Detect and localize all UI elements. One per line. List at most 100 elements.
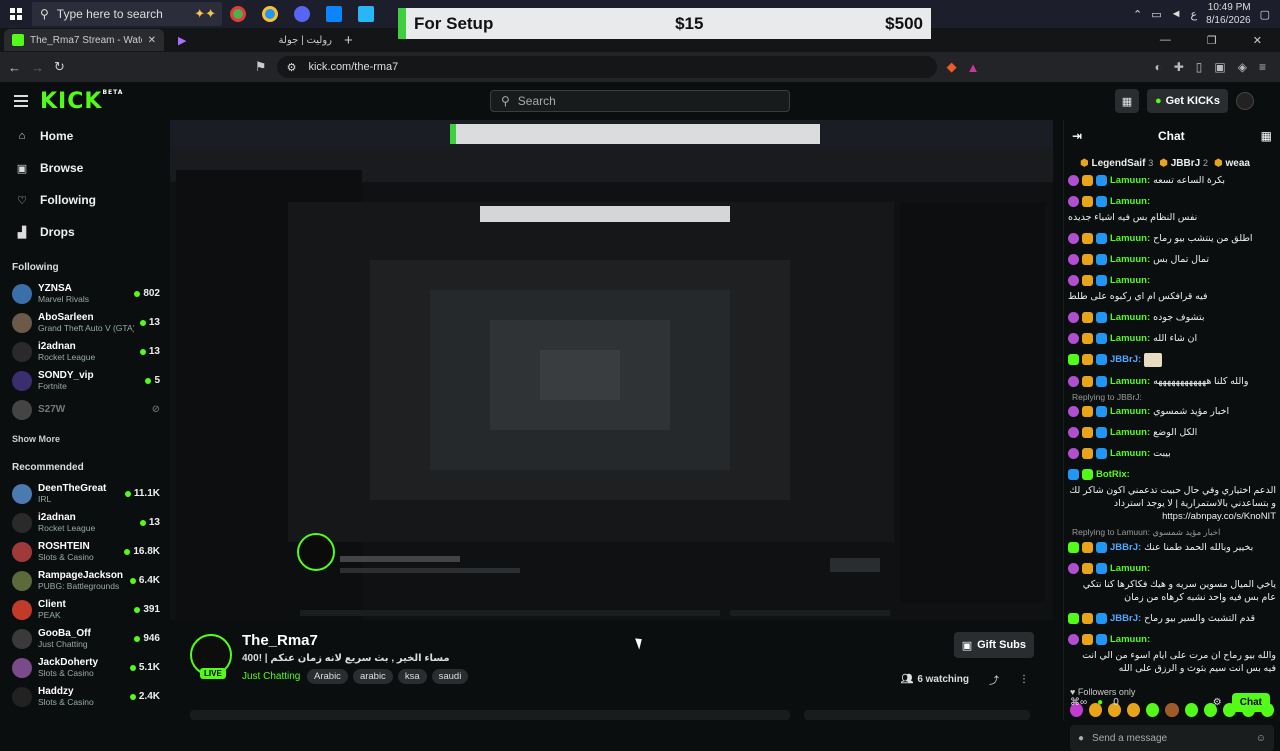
app-icon[interactable] <box>350 0 382 28</box>
chat-username[interactable]: Lamuun: <box>1110 375 1150 388</box>
brave-rewards-icon[interactable]: ▲ <box>967 60 980 75</box>
kicks-coin-icon: ● <box>1097 697 1104 708</box>
sidebar-channel[interactable]: YZNSA Marvel Rivals 802 <box>0 279 170 308</box>
sidebar-channel[interactable]: i2adnan Rocket League 13 <box>0 337 170 366</box>
sidebar-channel[interactable]: GooBa_Off Just Chatting 946 <box>0 624 170 653</box>
clock[interactable]: 10:49 PM 8/16/2026 <box>1206 1 1251 27</box>
start-button[interactable] <box>0 0 32 28</box>
chat-users-icon[interactable]: ▦ <box>1261 129 1272 143</box>
top-gifter[interactable]: ⬢ weaa <box>1214 158 1250 169</box>
forward-icon[interactable]: → <box>31 60 44 75</box>
chat-username[interactable]: BotRix: <box>1096 468 1130 481</box>
sidebar-icon[interactable]: ▯ <box>1196 60 1203 74</box>
chat-username[interactable]: Lamuun: <box>1110 311 1150 324</box>
chat-input[interactable]: ● Send a message ☺ <box>1070 725 1274 751</box>
sidebar-channel[interactable]: Haddzy Slots & Casino 2.4K <box>0 682 170 711</box>
chrome-app-icon[interactable] <box>254 0 286 28</box>
chat-username[interactable]: JBBrJ: <box>1110 541 1141 554</box>
stream-category[interactable]: Just Chatting <box>242 671 300 682</box>
sidebar-channel[interactable]: DeenTheGreat IRL 11.1K <box>0 479 170 508</box>
copilot-icon[interactable]: ✦✦ <box>194 6 216 22</box>
chat-username[interactable]: Lamuun: <box>1110 174 1150 187</box>
collapse-chat-icon[interactable]: ⇥ <box>1072 129 1082 143</box>
chat-username[interactable]: Lamuun: <box>1110 562 1150 575</box>
show-more-button[interactable]: Show More <box>0 424 170 448</box>
search-input[interactable]: ⚲ Search <box>490 90 790 112</box>
kick-logo[interactable]: KICKBETA <box>40 89 123 114</box>
chat-username[interactable]: Lamuun: <box>1110 195 1150 208</box>
chat-send-button[interactable]: Chat <box>1231 693 1270 712</box>
sidebar-channel[interactable]: ROSHTEIN Slots & Casino 16.8K <box>0 537 170 566</box>
new-tab-icon[interactable]: + <box>344 32 353 49</box>
streamer-name[interactable]: The_Rma7 <box>242 632 318 649</box>
stream-tag[interactable]: ksa <box>397 669 427 684</box>
taskbar-search[interactable]: ⚲ Type here to search ✦✦ <box>32 2 222 26</box>
chat-username[interactable]: Lamuun: <box>1110 232 1150 245</box>
reload-icon[interactable]: ↻ <box>54 59 65 75</box>
app-icon[interactable] <box>318 0 350 28</box>
stream-tag[interactable]: saudi <box>431 669 469 684</box>
top-gifter[interactable]: ⬢ JBBrJ 2 <box>1159 158 1208 169</box>
channel-info: JackDoherty Slots & Casino <box>38 657 124 679</box>
sidebar-channel[interactable]: SONDY_vip Fortnite 5 <box>0 366 170 395</box>
extension-icon[interactable]: ◐ <box>1154 60 1161 74</box>
nav-item-browse[interactable]: ▣ Browse <box>0 152 170 184</box>
get-kicks-button[interactable]: ● Get KICKs <box>1146 89 1228 113</box>
chat-username[interactable]: Lamuun: <box>1110 405 1150 418</box>
menu-icon[interactable]: ≡ <box>1259 60 1266 74</box>
volume-icon[interactable]: ◄ <box>1171 8 1182 20</box>
tab-second[interactable]: ▶ روليت | جولة <box>170 29 340 51</box>
chat-username[interactable]: JBBrJ: <box>1110 353 1141 366</box>
nav-item-drops[interactable]: ▟ Drops <box>0 216 170 248</box>
site-info-icon[interactable]: ⚙ <box>287 61 297 74</box>
puzzle-icon[interactable]: ✚ <box>1174 60 1184 74</box>
chat-username[interactable]: JBBrJ: <box>1110 612 1141 625</box>
nav-item-following[interactable]: ♡ Following <box>0 184 170 216</box>
sidebar-channel[interactable]: JackDoherty Slots & Casino 5.1K <box>0 653 170 682</box>
notification-icon[interactable]: ▢ <box>1260 8 1270 21</box>
sidebar-channel[interactable]: RampageJackson PUBG: Battlegrounds 6.4K <box>0 566 170 595</box>
studio-button[interactable]: ▦ <box>1114 89 1139 113</box>
chat-username[interactable]: Lamuun: <box>1110 332 1150 345</box>
wallet-icon[interactable]: ▣ <box>1214 60 1225 74</box>
chat-username[interactable]: Lamuun: <box>1110 274 1150 287</box>
language-indicator[interactable]: ع <box>1191 8 1198 21</box>
vip-badge-icon <box>1096 542 1107 553</box>
hamburger-menu-icon[interactable] <box>14 95 28 107</box>
vpn-icon[interactable]: ◈ <box>1238 60 1247 74</box>
chat-username[interactable]: Lamuun: <box>1110 447 1150 460</box>
top-gifter[interactable]: ⬢ LegendSaif 3 <box>1080 158 1153 169</box>
chrome-app-icon[interactable] <box>222 0 254 28</box>
address-bar[interactable]: ⚙ kick.com/the-rma7 <box>276 56 937 78</box>
sidebar-channel[interactable]: i2adnan Rocket League 13 <box>0 508 170 537</box>
brave-shield-icon[interactable]: ◆ <box>947 59 957 75</box>
discord-app-icon[interactable] <box>286 0 318 28</box>
gift-subs-button[interactable]: ▣ Gift Subs <box>953 632 1034 658</box>
minimize-icon[interactable]: — <box>1160 34 1171 47</box>
close-window-icon[interactable]: ✕ <box>1253 34 1262 47</box>
network-icon[interactable]: ▭ <box>1151 8 1161 21</box>
sidebar-channel[interactable]: S27W ⊘ <box>0 395 170 424</box>
close-icon[interactable]: ✕ <box>148 35 156 46</box>
chat-username[interactable]: Lamuun: <box>1110 253 1150 266</box>
chat-username[interactable]: Lamuun: <box>1110 426 1150 439</box>
avatar[interactable] <box>1236 92 1254 110</box>
quick-emote-icon[interactable]: ⌘∞ <box>1070 697 1087 708</box>
chat-username[interactable]: Lamuun: <box>1110 633 1150 646</box>
bookmark-icon[interactable]: ⚑ <box>255 59 267 75</box>
restore-icon[interactable]: ❐ <box>1207 34 1217 47</box>
sidebar-channel[interactable]: Client PEAK 391 <box>0 595 170 624</box>
video-player[interactable] <box>170 120 1053 620</box>
nav-item-home[interactable]: ⌂ Home <box>0 120 170 152</box>
stream-tag[interactable]: arabic <box>352 669 393 684</box>
stream-tag[interactable]: Arabic <box>307 669 348 684</box>
more-options-icon[interactable]: ⋮ <box>1019 674 1029 685</box>
back-icon[interactable]: ← <box>8 60 21 75</box>
chevron-up-icon[interactable]: ⌃ <box>1133 8 1142 21</box>
sidebar-channel[interactable]: AboSarleen Grand Theft Auto V (GTA) 13 <box>0 308 170 337</box>
vip-badge-icon <box>1096 354 1107 365</box>
gear-icon[interactable]: ⚙ <box>1213 697 1222 708</box>
emoji-icon[interactable]: ☺ <box>1256 733 1266 744</box>
share-icon[interactable]: ⤴ <box>989 672 999 687</box>
tab-active[interactable]: The_Rma7 Stream - Watch Live o ✕ <box>4 29 164 51</box>
